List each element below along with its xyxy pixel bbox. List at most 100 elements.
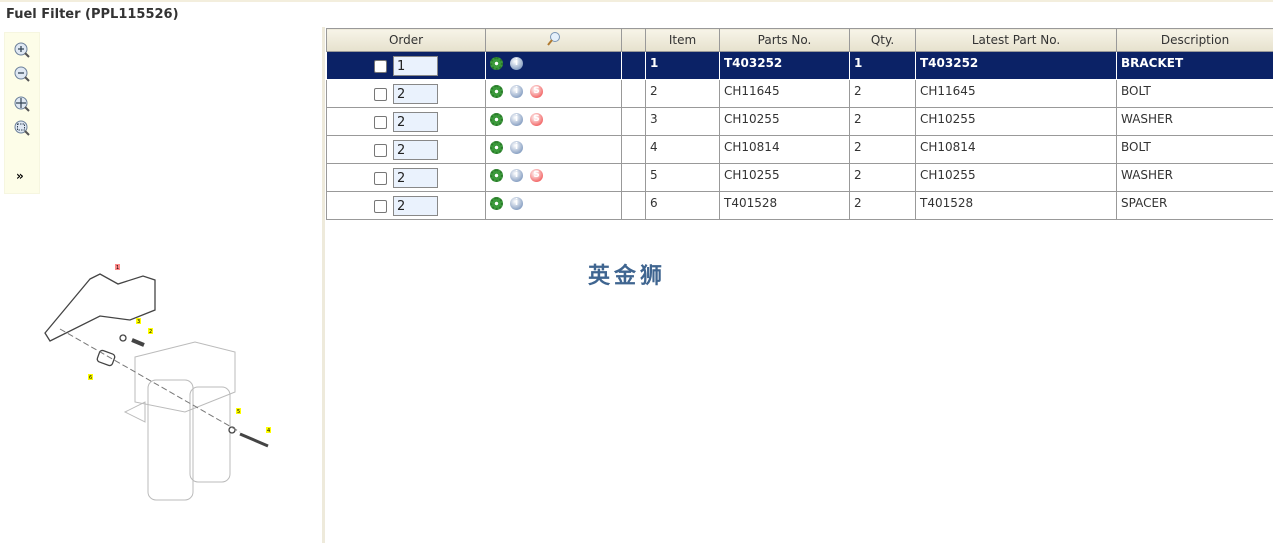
blank-cell <box>622 52 646 80</box>
actions-cell: i <box>486 136 622 164</box>
blank-cell <box>622 80 646 108</box>
callout-3: 3 <box>137 319 140 325</box>
table-row[interactable]: 2 i 4 CH10814 2 CH10814 BOLT <box>327 136 1273 164</box>
order-checkbox[interactable] <box>374 172 387 185</box>
pan-icon[interactable] <box>13 95 31 113</box>
parts-no-cell: CH10255 <box>720 164 850 192</box>
gear-icon[interactable] <box>490 113 503 126</box>
panel-splitter[interactable] <box>322 27 325 543</box>
substitute-icon[interactable]: S <box>530 113 543 126</box>
blank-cell <box>622 108 646 136</box>
actions-cell: i <box>486 52 622 80</box>
callout-4: 4 <box>267 428 270 434</box>
actions-cell: iS <box>486 164 622 192</box>
description-cell: SPACER <box>1117 192 1273 220</box>
item-cell: 2 <box>646 80 720 108</box>
latest-part-cell: CH10814 <box>916 136 1117 164</box>
latest-part-cell: T401528 <box>916 192 1117 220</box>
latest-part-cell: CH11645 <box>916 80 1117 108</box>
header-order[interactable]: Order <box>327 29 486 52</box>
info-icon[interactable]: i <box>510 85 523 98</box>
callout-2: 2 <box>149 329 152 335</box>
description-cell: WASHER <box>1117 108 1273 136</box>
header-item[interactable]: Item <box>646 29 720 52</box>
header-latest[interactable]: Latest Part No. <box>916 29 1117 52</box>
search-icon[interactable] <box>546 31 562 47</box>
description-cell: WASHER <box>1117 164 1273 192</box>
order-checkbox[interactable] <box>374 60 387 73</box>
table-row[interactable]: 2 iS 3 CH10255 2 CH10255 WASHER <box>327 108 1273 136</box>
qty-cell: 2 <box>850 136 916 164</box>
zoom-area-icon[interactable] <box>13 119 31 137</box>
page-title: Fuel Filter (PPL115526) <box>6 7 179 22</box>
callout-6: 6 <box>89 375 92 381</box>
qty-cell: 1 <box>850 52 916 80</box>
zoom-toolbar: » <box>4 32 40 194</box>
description-cell: BOLT <box>1117 136 1273 164</box>
description-cell: BRACKET <box>1117 52 1273 80</box>
blank-cell <box>622 164 646 192</box>
order-qty-input[interactable]: 2 <box>393 84 438 104</box>
info-icon[interactable]: i <box>510 113 523 126</box>
header-parts-no[interactable]: Parts No. <box>720 29 850 52</box>
blank-cell <box>622 192 646 220</box>
qty-cell: 2 <box>850 164 916 192</box>
header-qty[interactable]: Qty. <box>850 29 916 52</box>
latest-part-cell: CH10255 <box>916 164 1117 192</box>
callout-1: 1 <box>116 265 119 271</box>
gear-icon[interactable] <box>490 169 503 182</box>
order-checkbox[interactable] <box>374 116 387 129</box>
item-cell: 5 <box>646 164 720 192</box>
order-checkbox[interactable] <box>374 144 387 157</box>
info-icon[interactable]: i <box>510 141 523 154</box>
zoom-in-icon[interactable] <box>13 41 31 59</box>
order-cell: 2 <box>327 164 486 192</box>
table-row[interactable]: 2 i 6 T401528 2 T401528 SPACER <box>327 192 1273 220</box>
parts-no-cell: T403252 <box>720 52 850 80</box>
table-row[interactable]: 1 i 1 T403252 1 T403252 BRACKET <box>327 52 1273 80</box>
order-qty-input[interactable]: 2 <box>393 140 438 160</box>
gear-icon[interactable] <box>490 57 503 70</box>
order-qty-input[interactable]: 2 <box>393 168 438 188</box>
parts-table: Order Item Parts No. Qty. Latest Part No… <box>326 28 1273 220</box>
table-header: Order Item Parts No. Qty. Latest Part No… <box>327 29 1273 52</box>
gear-icon[interactable] <box>490 85 503 98</box>
order-cell: 1 <box>327 52 486 80</box>
info-icon[interactable]: i <box>510 169 523 182</box>
header-search[interactable] <box>486 29 622 52</box>
parts-no-cell: CH11645 <box>720 80 850 108</box>
parts-diagram[interactable]: 1 2 3 4 5 6 <box>40 252 290 512</box>
substitute-icon[interactable]: S <box>530 169 543 182</box>
info-icon[interactable]: i <box>510 57 523 70</box>
order-cell: 2 <box>327 136 486 164</box>
order-cell: 2 <box>327 80 486 108</box>
parts-no-cell: CH10814 <box>720 136 850 164</box>
order-qty-input[interactable]: 2 <box>393 196 438 216</box>
order-cell: 2 <box>327 192 486 220</box>
latest-part-cell: T403252 <box>916 52 1117 80</box>
gear-icon[interactable] <box>490 141 503 154</box>
qty-cell: 2 <box>850 108 916 136</box>
header-description[interactable]: Description <box>1117 29 1273 52</box>
qty-cell: 2 <box>850 80 916 108</box>
gear-icon[interactable] <box>490 197 503 210</box>
parts-no-cell: T401528 <box>720 192 850 220</box>
info-icon[interactable]: i <box>510 197 523 210</box>
order-checkbox[interactable] <box>374 88 387 101</box>
item-cell: 4 <box>646 136 720 164</box>
table-row[interactable]: 2 iS 5 CH10255 2 CH10255 WASHER <box>327 164 1273 192</box>
watermark: 英金狮 <box>588 258 666 290</box>
order-cell: 2 <box>327 108 486 136</box>
order-qty-input[interactable]: 2 <box>393 112 438 132</box>
actions-cell: iS <box>486 108 622 136</box>
blank-cell <box>622 136 646 164</box>
actions-cell: iS <box>486 80 622 108</box>
order-qty-input[interactable]: 1 <box>393 56 438 76</box>
table-row[interactable]: 2 iS 2 CH11645 2 CH11645 BOLT <box>327 80 1273 108</box>
zoom-out-icon[interactable] <box>13 65 31 83</box>
expand-button[interactable]: » <box>16 169 24 183</box>
item-cell: 3 <box>646 108 720 136</box>
substitute-icon[interactable]: S <box>530 85 543 98</box>
order-checkbox[interactable] <box>374 200 387 213</box>
qty-cell: 2 <box>850 192 916 220</box>
